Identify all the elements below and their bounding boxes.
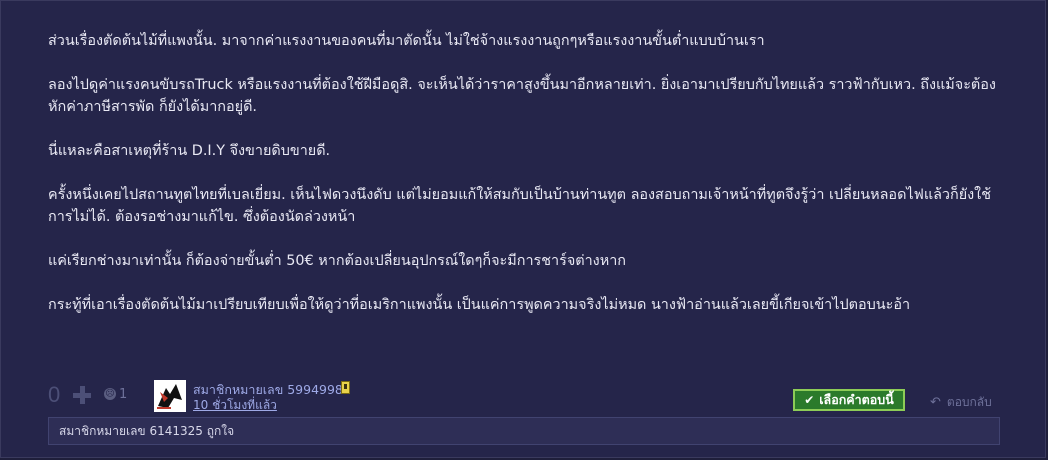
comment-post: ส่วนเรื่องตัดต้นไม้ที่แพงนั้น. มาจากค่าแ…	[0, 0, 1046, 458]
comment-footer: 0 ☹ 1 สมาชิกหมายเลข 5994998 10 ชั่วโมงที…	[48, 376, 1008, 416]
avatar-image	[154, 380, 186, 412]
check-icon: ✔	[804, 393, 815, 407]
comment-paragraph: ลองไปดูค่าแรงคนขับรถTruck หรือแรงงานที่ต…	[48, 77, 996, 115]
comment-paragraph: แค่เรียกช่างมาเท่านั้น ก็ต้องจ่ายขั้นต่ำ…	[48, 253, 626, 269]
emoji-count: 1	[119, 387, 128, 402]
vote-score: 0	[48, 382, 61, 407]
avatar[interactable]	[154, 380, 186, 412]
reply-button[interactable]: ↶ ตอบกลับ	[930, 393, 992, 412]
likes-summary: สมาชิกหมายเลข 6141325 ถูกใจ	[48, 417, 1000, 445]
reply-arrow-icon: ↶	[930, 395, 941, 410]
emoji-icon[interactable]: ☹	[104, 388, 116, 400]
comment-paragraph: นี่แหละคือสาเหตุที่ร้าน D.I.Y จึงขายดิบข…	[48, 143, 331, 159]
mobile-phone-icon	[341, 381, 350, 394]
reply-label: ตอบกลับ	[946, 395, 992, 409]
timestamp-link[interactable]: 10 ชั่วโมงที่แล้ว	[193, 396, 277, 415]
select-answer-label: เลือกคำตอบนี้	[819, 392, 894, 407]
comment-paragraph: ส่วนเรื่องตัดต้นไม้ที่แพงนั้น. มาจากค่าแ…	[48, 33, 765, 49]
comment-paragraph: ครั้งหนึ่งเคยไปสถานทูตไทยที่เบลเยี่ยม. เ…	[48, 187, 991, 225]
plus-icon[interactable]	[73, 386, 91, 404]
comment-body: ส่วนเรื่องตัดต้นไม้ที่แพงนั้น. มาจากค่าแ…	[48, 30, 1008, 316]
select-answer-button[interactable]: ✔ เลือกคำตอบนี้	[793, 389, 905, 411]
comment-paragraph: กระทู้ที่เอาเรื่องตัดต้นไม้มาเปรียบเทียบ…	[48, 297, 911, 313]
